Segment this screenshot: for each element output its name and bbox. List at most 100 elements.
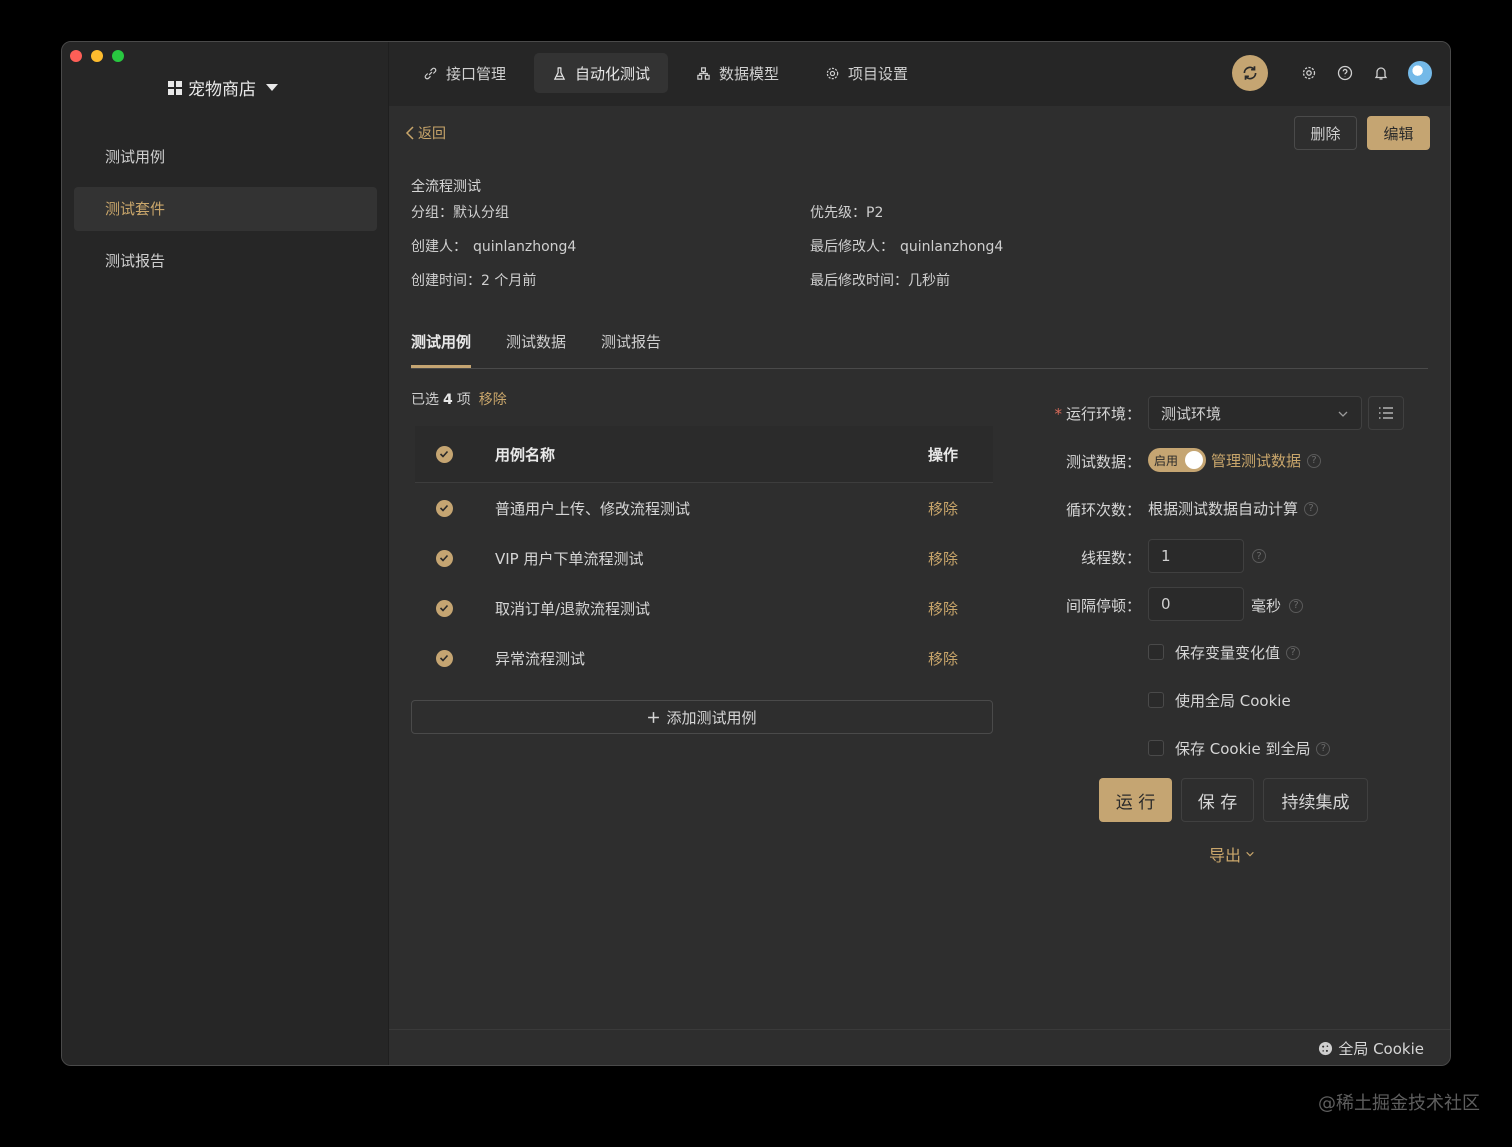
tab-test-reports[interactable]: 测试报告 (601, 326, 661, 368)
group-label: 分组： (411, 205, 453, 221)
sidebar-item-test-suites[interactable]: 测试套件 (74, 187, 377, 231)
help-icon[interactable]: ? (1286, 645, 1301, 660)
minimize-window-button[interactable] (91, 50, 103, 62)
row-checkbox[interactable] (435, 599, 453, 617)
tab-test-cases[interactable]: 测试用例 (411, 326, 472, 368)
chevron-down-icon (1338, 411, 1348, 417)
delete-button[interactable]: 删除 (1294, 116, 1357, 150)
sync-button[interactable] (1232, 55, 1268, 91)
grid-icon (168, 80, 182, 95)
hierarchy-icon (697, 66, 710, 80)
export-dropdown[interactable]: 导出 (1209, 842, 1255, 866)
help-button[interactable] (1336, 64, 1354, 82)
save-cookie-checkbox[interactable] (1148, 740, 1164, 756)
sidebar: 宠物商店 测试用例 测试套件 测试报告 (62, 42, 389, 1065)
save-cookie-label: 保存 Cookie 到全局 (1175, 740, 1311, 758)
save-cookie-group: 保存 Cookie 到全局 ? (1175, 738, 1331, 759)
suite-creator: 创建人： quinlanzhong4 (411, 236, 576, 256)
creator-label: 创建人： (411, 239, 467, 255)
tab-label: 项目设置 (848, 64, 909, 83)
back-label: 返回 (418, 126, 446, 142)
help-icon[interactable]: ? (1316, 741, 1331, 756)
help-icon[interactable]: ? (1289, 598, 1304, 613)
loop-label: 循环次数： (1065, 501, 1141, 519)
add-test-case-button[interactable]: 添加测试用例 (411, 700, 993, 734)
global-cookie-button[interactable]: 全局 Cookie (1318, 1038, 1424, 1059)
row-checkbox[interactable] (435, 549, 453, 567)
notifications-button[interactable] (1372, 64, 1390, 82)
remove-case-link[interactable]: 移除 (893, 548, 993, 569)
save-vars-group: 保存变量变化值 ? (1175, 642, 1301, 663)
env-list-button[interactable] (1368, 396, 1404, 430)
remove-case-link[interactable]: 移除 (893, 498, 993, 519)
env-label: * 运行环境： (991, 403, 1141, 424)
top-nav-tabs: 接口管理 自动化测试 数据模型 项目设置 (405, 53, 926, 93)
close-window-button[interactable] (70, 50, 82, 62)
row-checkbox[interactable] (435, 649, 453, 667)
link-icon (424, 67, 437, 79)
selection-prefix: 已选 (411, 392, 439, 408)
sidebar-item-test-cases[interactable]: 测试用例 (74, 135, 377, 179)
save-button[interactable]: 保 存 (1181, 778, 1254, 822)
tab-project-settings[interactable]: 项目设置 (807, 53, 926, 93)
help-icon[interactable]: ? (1252, 549, 1266, 563)
suite-group: 分组：默认分组 (411, 202, 509, 222)
question-circle-icon (1337, 65, 1353, 81)
toggle-knob (1185, 451, 1203, 469)
help-icon[interactable]: ? (1304, 501, 1319, 516)
remove-case-link[interactable]: 移除 (893, 598, 993, 619)
help-icon[interactable]: ? (1307, 453, 1322, 468)
tab-test-data[interactable]: 测试数据 (506, 326, 566, 368)
created-label: 创建时间： (411, 273, 481, 289)
edit-button[interactable]: 编辑 (1367, 116, 1430, 150)
tab-api-management[interactable]: 接口管理 (405, 53, 524, 93)
threads-input[interactable]: 1 (1148, 539, 1244, 573)
case-name: 普通用户上传、修改流程测试 (495, 499, 691, 518)
interval-input[interactable]: 0 (1148, 587, 1244, 621)
row-checkbox[interactable] (435, 499, 453, 517)
tab-label: 自动化测试 (575, 64, 651, 83)
modified-label: 最后修改时间： (810, 273, 908, 289)
ci-button[interactable]: 持续集成 (1263, 778, 1368, 822)
header-op: 操作 (927, 445, 958, 464)
global-cookie-checkbox[interactable] (1148, 692, 1164, 708)
interval-label: 间隔停顿： (1065, 597, 1141, 615)
flask-icon (553, 66, 566, 80)
toggle-text: 启用 (1154, 453, 1179, 468)
refresh-icon (1243, 66, 1257, 80)
table-header: 用例名称 操作 (415, 426, 993, 483)
case-name: 异常流程测试 (495, 649, 586, 668)
settings-button[interactable] (1300, 64, 1318, 82)
check-icon (439, 554, 449, 562)
remove-case-link[interactable]: 移除 (893, 648, 993, 669)
test-data-toggle[interactable]: 启用 (1148, 448, 1206, 472)
global-cookie-group: 使用全局 Cookie (1175, 690, 1291, 711)
export-label: 导出 (1209, 846, 1242, 865)
chevron-left-icon (405, 126, 414, 140)
manage-test-data-link[interactable]: 管理测试数据 (1211, 450, 1301, 471)
tab-data-models[interactable]: 数据模型 (678, 53, 797, 93)
user-avatar[interactable] (1408, 61, 1432, 85)
suite-modifier: 最后修改人： quinlanzhong4 (810, 236, 1003, 256)
suite-created: 创建时间：2 个月前 (411, 270, 536, 290)
check-icon (439, 450, 449, 458)
required-mark: * (1054, 405, 1062, 423)
run-button[interactable]: 运 行 (1099, 778, 1172, 822)
back-link[interactable]: 返回 (405, 123, 446, 143)
remove-selected-link[interactable]: 移除 (479, 392, 507, 408)
select-all-checkbox[interactable] (435, 445, 453, 463)
tab-automation-testing[interactable]: 自动化测试 (534, 53, 669, 93)
sidebar-item-test-reports[interactable]: 测试报告 (74, 239, 377, 283)
project-switcher[interactable]: 宠物商店 (168, 75, 278, 100)
top-right-actions (1232, 55, 1432, 91)
case-name: 取消订单/退款流程测试 (495, 599, 651, 618)
selection-count: 4 (443, 392, 453, 408)
table-row: 普通用户上传、修改流程测试 移除 (415, 483, 993, 533)
maximize-window-button[interactable] (112, 50, 124, 62)
plus-icon (648, 711, 660, 723)
case-name: VIP 用户下单流程测试 (495, 549, 644, 568)
watermark: @稀土掘金技术社区 (1318, 1093, 1480, 1114)
table-row: 异常流程测试 移除 (415, 633, 993, 683)
env-select[interactable]: 测试环境 (1148, 396, 1362, 430)
save-vars-checkbox[interactable] (1148, 644, 1164, 660)
